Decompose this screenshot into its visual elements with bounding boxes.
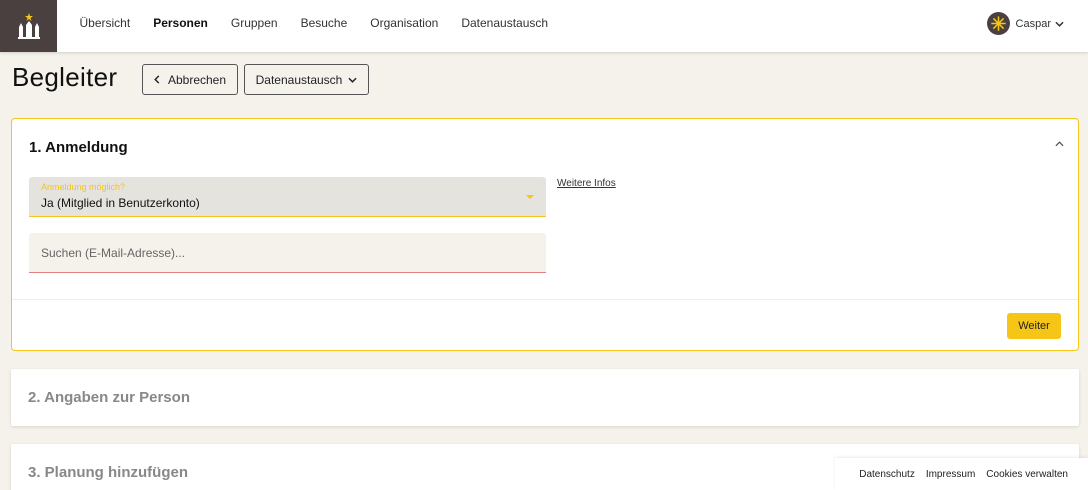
avatar — [986, 12, 1010, 35]
three-kings-logo-icon — [17, 13, 40, 39]
registration-possible-value: Ja (Mitglied in Benutzerkonto) — [41, 196, 200, 210]
nav-item-organisation[interactable]: Organisation — [359, 16, 450, 30]
manage-cookies-link[interactable]: Cookies verwalten — [986, 469, 1068, 480]
chevron-down-icon — [348, 77, 357, 83]
more-info-link[interactable]: Weitere Infos — [557, 178, 616, 189]
imprint-link[interactable]: Impressum — [926, 469, 975, 480]
privacy-link[interactable]: Datenschutz — [859, 469, 915, 480]
user-name: Caspar — [1015, 17, 1051, 30]
registration-possible-select[interactable]: Anmeldung möglich? Ja (Mitglied in Benut… — [29, 177, 546, 217]
step-3-title: 3. Planung hinzufügen — [28, 464, 188, 481]
nav-item-datenaustausch[interactable]: Datenaustausch — [450, 16, 560, 30]
step-1-title: 1. Anmeldung — [29, 139, 128, 156]
page-title: Begleiter — [12, 62, 118, 92]
chevron-left-icon — [154, 75, 160, 84]
cancel-button-label: Abbrechen — [167, 72, 227, 87]
star-icon — [990, 16, 1006, 31]
footer-links: Datenschutz Impressum Cookies verwalten — [835, 458, 1088, 490]
step-2-title: 2. Angaben zur Person — [28, 389, 190, 406]
logo[interactable] — [0, 0, 57, 52]
chevron-down-icon — [1055, 21, 1064, 27]
step-2-panel[interactable]: 2. Angaben zur Person — [11, 369, 1079, 426]
dropdown-arrow-icon — [526, 195, 534, 199]
nav-item-gruppen[interactable]: Gruppen — [219, 16, 289, 30]
main-nav: Übersicht Personen Gruppen Besuche Organ… — [68, 0, 560, 45]
nav-item-besuche[interactable]: Besuche — [289, 16, 359, 30]
data-exchange-button-label: Datenaustausch — [255, 72, 343, 87]
step-1-panel: 1. Anmeldung Anmeldung möglich? Ja (Mitg… — [11, 118, 1079, 351]
email-search-input[interactable] — [29, 233, 546, 273]
data-exchange-dropdown-button[interactable]: Datenaustausch — [244, 64, 369, 95]
next-button[interactable]: Weiter — [1007, 313, 1061, 339]
nav-item-uebersicht[interactable]: Übersicht — [68, 16, 142, 30]
cancel-button[interactable]: Abbrechen — [142, 64, 238, 95]
top-navigation-bar: Übersicht Personen Gruppen Besuche Organ… — [0, 0, 1088, 52]
user-menu[interactable]: Caspar — [986, 12, 1064, 35]
nav-item-personen[interactable]: Personen — [142, 16, 220, 30]
registration-possible-label: Anmeldung möglich? — [41, 182, 126, 192]
panel-divider — [12, 299, 1078, 300]
chevron-up-icon[interactable] — [1055, 141, 1064, 147]
